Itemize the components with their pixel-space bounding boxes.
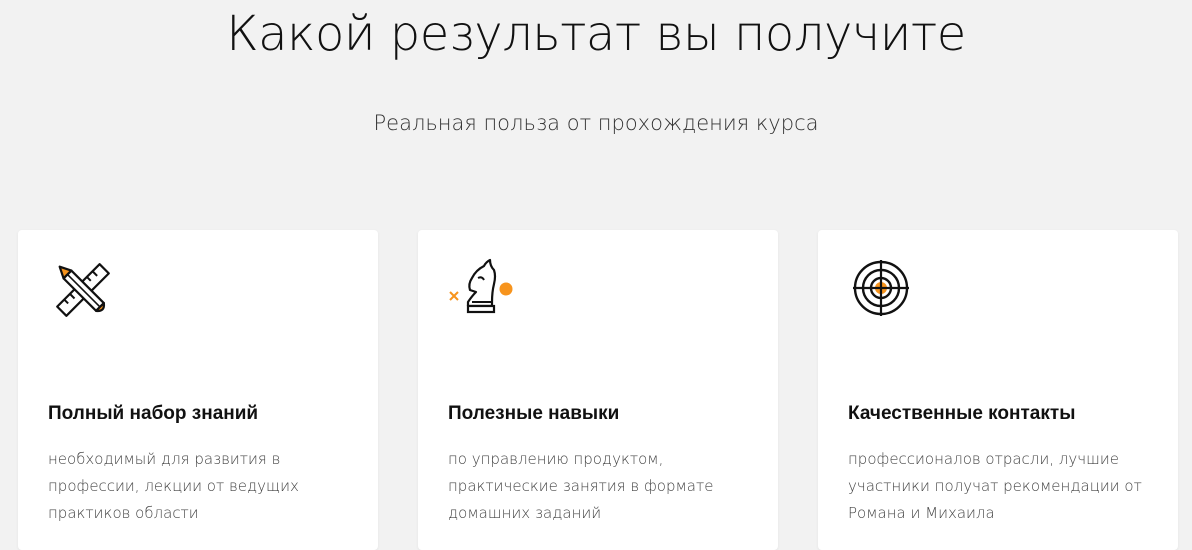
benefit-card-skills: Полезные навыки по управлению продуктом,… bbox=[418, 230, 778, 550]
card-description: необходимый для развития в профессии, ле… bbox=[48, 450, 299, 522]
benefits-cards: Полный набор знаний необходимый для разв… bbox=[18, 230, 1178, 550]
card-title: Качественные контакты bbox=[848, 403, 1076, 424]
page-subtitle: Реальная польза от прохождения курса bbox=[373, 111, 819, 135]
card-description: по управлению продуктом, практические за… bbox=[448, 450, 714, 522]
pencil-ruler-icon bbox=[48, 258, 118, 322]
chess-knight-icon bbox=[448, 258, 518, 322]
card-title: Полезные навыки bbox=[448, 403, 620, 424]
target-icon bbox=[848, 258, 918, 322]
page-title: Какой результат вы получите bbox=[226, 6, 966, 62]
card-description: профессионалов отрасли, лучшие участники… bbox=[848, 450, 1142, 522]
benefit-card-knowledge: Полный набор знаний необходимый для разв… bbox=[18, 230, 378, 550]
benefit-card-contacts: Качественные контакты профессионалов отр… bbox=[818, 230, 1178, 550]
card-title: Полный набор знаний bbox=[48, 403, 259, 424]
